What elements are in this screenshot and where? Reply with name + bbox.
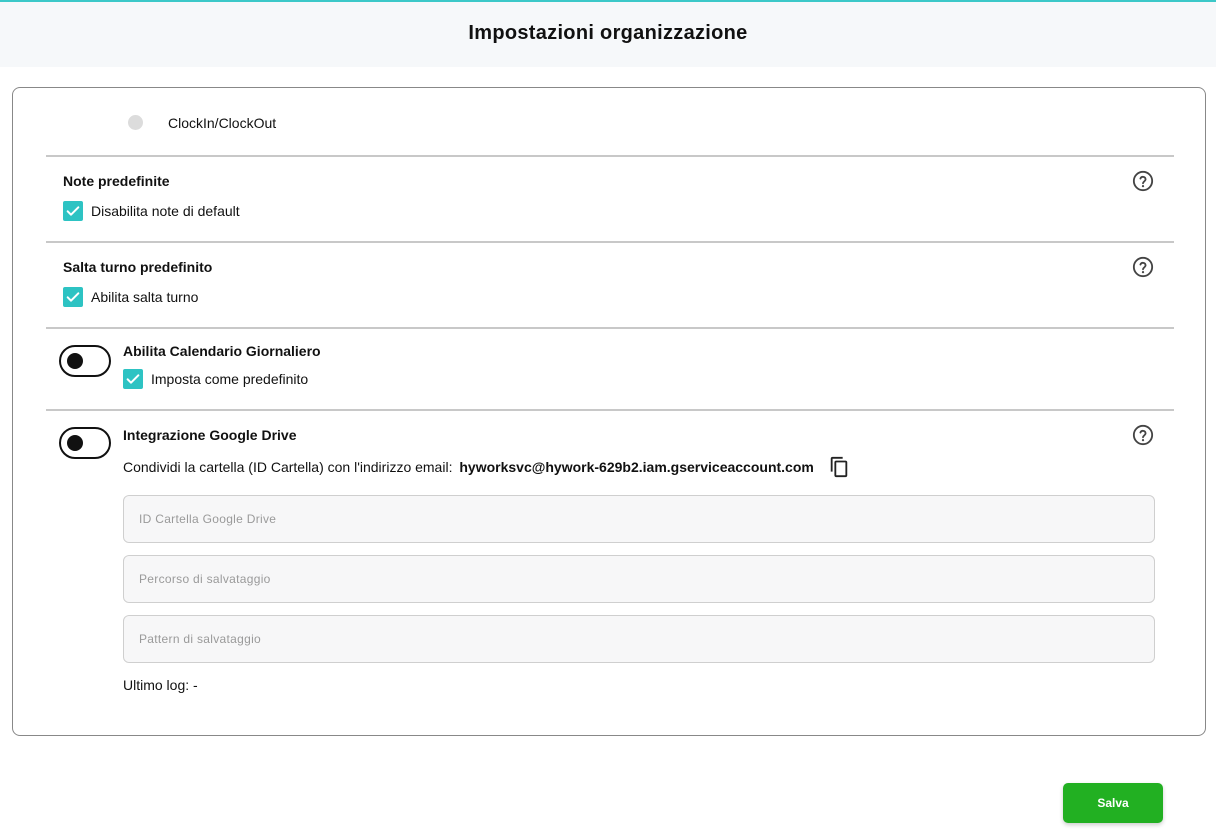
last-log: Ultimo log: -: [123, 677, 198, 693]
google-drive-toggle[interactable]: [59, 427, 111, 459]
last-log-value: -: [193, 677, 198, 693]
skip-shift-checkbox[interactable]: [63, 287, 83, 307]
skip-shift-title: Salta turno predefinito: [63, 259, 213, 275]
toggle-knob: [67, 435, 83, 451]
notes-checkbox[interactable]: [63, 201, 83, 221]
save-pattern-input[interactable]: [123, 615, 1155, 663]
page-header: Impostazioni organizzazione: [0, 0, 1216, 67]
daily-calendar-toggle[interactable]: [59, 345, 111, 377]
skip-shift-checkbox-label: Abilita salta turno: [91, 289, 199, 305]
share-instructions: Condividi la cartella (ID Cartella) con …: [123, 459, 814, 475]
copy-icon[interactable]: [828, 455, 850, 479]
notes-title: Note predefinite: [63, 173, 170, 189]
last-log-label: Ultimo log:: [123, 677, 190, 693]
check-icon: [66, 292, 80, 302]
save-button[interactable]: Salva: [1063, 783, 1163, 823]
notes-checkbox-label: Disabilita note di default: [91, 203, 240, 219]
share-text: Condividi la cartella (ID Cartella) con …: [123, 459, 453, 475]
help-circle-icon[interactable]: [1132, 424, 1154, 446]
settings-card: ClockIn/ClockOut Note predefinite Disabi…: [12, 87, 1206, 736]
folder-id-input[interactable]: [123, 495, 1155, 543]
clock-label: ClockIn/ClockOut: [168, 115, 277, 131]
clock-radio[interactable]: [128, 115, 143, 130]
toggle-knob: [67, 353, 83, 369]
service-account-email: hyworksvc@hywork-629b2.iam.gserviceaccou…: [459, 459, 814, 475]
daily-calendar-title: Abilita Calendario Giornaliero: [123, 343, 321, 359]
divider: [46, 327, 1174, 329]
save-path-input[interactable]: [123, 555, 1155, 603]
divider: [46, 409, 1174, 411]
page-title: Impostazioni organizzazione: [468, 22, 748, 44]
daily-calendar-checkbox[interactable]: [123, 369, 143, 389]
help-circle-icon[interactable]: [1132, 256, 1154, 278]
check-icon: [66, 206, 80, 216]
divider: [46, 155, 1174, 157]
check-icon: [126, 374, 140, 384]
help-circle-icon[interactable]: [1132, 170, 1154, 192]
google-drive-title: Integrazione Google Drive: [123, 427, 297, 443]
divider: [46, 241, 1174, 243]
daily-calendar-checkbox-label: Imposta come predefinito: [151, 371, 309, 387]
